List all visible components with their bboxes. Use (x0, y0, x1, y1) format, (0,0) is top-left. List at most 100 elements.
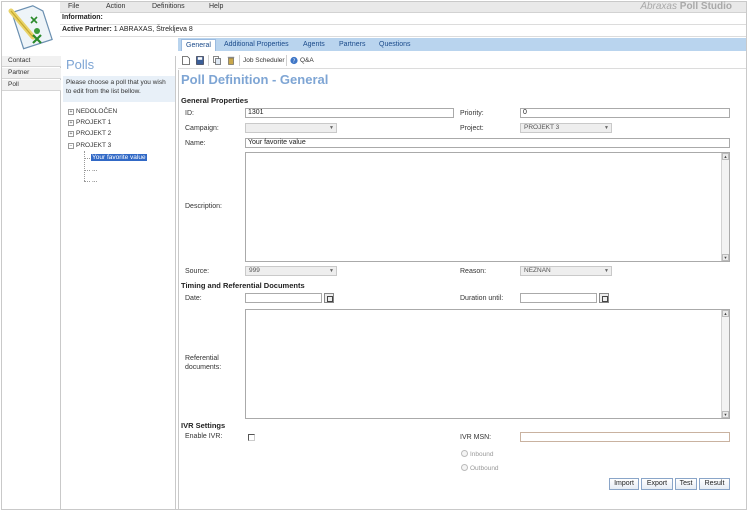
left-nav: Contact Partner Poll (2, 56, 61, 510)
polls-hint: Please choose a poll that you wish to ed… (63, 76, 175, 102)
divider (60, 36, 746, 37)
nav-item-poll[interactable]: Poll (2, 80, 61, 91)
tree-child[interactable]: ... (92, 177, 97, 184)
section-timing: Timing and Referential Documents (181, 281, 305, 290)
ivr-msn-label: IVR MSN: (460, 434, 492, 441)
svg-text:?: ? (293, 59, 296, 65)
export-button[interactable]: Export (641, 478, 673, 490)
scroll-up-icon[interactable]: ▲ (722, 310, 729, 317)
chevron-down-icon: ▼ (329, 268, 334, 274)
priority-field[interactable]: 0 (520, 108, 730, 118)
brand-bold: Poll Studio (679, 1, 732, 12)
section-general-properties: General Properties (181, 96, 249, 105)
project-value: PROJEKT 3 (524, 124, 560, 131)
collapse-icon[interactable]: − (68, 143, 74, 149)
description-textarea[interactable]: ▲ ▼ (245, 152, 730, 262)
source-label: Source: (185, 268, 210, 275)
source-value: 999 (249, 267, 260, 274)
job-scheduler-button[interactable]: Job Scheduler (243, 57, 285, 64)
inbound-radio[interactable] (461, 450, 468, 457)
calendar-icon[interactable] (324, 293, 334, 303)
refdocs-label-line1: Referential (185, 355, 219, 362)
chevron-down-icon: ▼ (604, 268, 609, 274)
name-label: Name: (185, 140, 206, 147)
enable-ivr-label: Enable IVR: (185, 433, 223, 440)
scroll-up-icon[interactable]: ▲ (722, 153, 729, 160)
source-select[interactable]: 999 ▼ (245, 266, 337, 276)
tree-connector (84, 158, 90, 159)
tree-item-label: PROJEKT 2 (76, 130, 112, 137)
delete-icon[interactable] (227, 56, 235, 65)
name-field[interactable]: Your favorite value (245, 138, 730, 148)
nav-item-partner[interactable]: Partner (2, 68, 61, 79)
project-select[interactable]: PROJEKT 3 ▼ (520, 123, 612, 133)
ivr-msn-field[interactable] (520, 432, 730, 442)
tab-strip: General Additional Properties Agents Par… (178, 38, 746, 51)
tree-item-projekt-2[interactable]: + PROJEKT 2 (68, 130, 111, 137)
result-button[interactable]: Result (699, 478, 730, 490)
tree-item-label: PROJEKT 1 (76, 119, 112, 126)
copy-icon[interactable] (213, 56, 221, 65)
outbound-radio[interactable] (461, 464, 468, 471)
chevron-down-icon: ▼ (604, 125, 609, 131)
menu-help[interactable]: Help (209, 3, 223, 10)
test-button[interactable]: Test (675, 478, 697, 490)
tab-general[interactable]: General (181, 39, 216, 51)
tab-partners[interactable]: Partners (335, 39, 369, 51)
scroll-down-icon[interactable]: ▼ (722, 254, 729, 261)
priority-label: Priority: (460, 110, 484, 117)
tree-child-label: Your favorite value (91, 154, 147, 161)
inbound-label: Inbound (470, 451, 494, 458)
tab-questions[interactable]: Questions (375, 39, 415, 51)
menu-file[interactable]: File (68, 3, 79, 10)
tree-child-selected[interactable]: Your favorite value (91, 154, 147, 161)
brand-name: Abraxas Poll Studio (640, 1, 732, 12)
id-field[interactable]: 1301 (245, 108, 454, 118)
app-logo (3, 3, 57, 51)
tree-connector (84, 181, 90, 182)
scrollbar[interactable]: ▲ ▼ (721, 310, 729, 418)
expand-icon[interactable]: + (68, 131, 74, 137)
calendar-icon[interactable] (599, 293, 609, 303)
outbound-label: Outbound (470, 465, 499, 472)
nav-item-contact[interactable]: Contact (2, 56, 61, 67)
campaign-select[interactable]: ▼ (245, 123, 337, 133)
scrollbar[interactable]: ▲ ▼ (721, 153, 729, 261)
project-label: Project: (460, 125, 484, 132)
duration-field[interactable] (520, 293, 597, 303)
main-panel (178, 70, 746, 510)
enable-ivr-checkbox[interactable] (248, 434, 255, 441)
expand-icon[interactable]: + (68, 109, 74, 115)
toolbar-separator (239, 55, 240, 66)
tree-item-nedolocen[interactable]: + NEDOLOČEN (68, 108, 117, 115)
reason-select[interactable]: NEZNAN ▼ (520, 266, 612, 276)
chevron-down-icon: ▼ (329, 125, 334, 131)
help-icon[interactable]: ? (290, 56, 298, 65)
menu-bar: File Action Definitions Help Abraxas Pol… (60, 1, 746, 13)
save-icon[interactable] (196, 56, 204, 65)
information-label: Information: (62, 14, 103, 21)
active-partner-label: Active Partner: (62, 26, 112, 33)
tree-connector (84, 170, 90, 171)
tab-additional-properties[interactable]: Additional Properties (220, 39, 293, 51)
id-label: ID: (185, 110, 194, 117)
date-label: Date: (185, 295, 202, 302)
expand-icon[interactable]: + (68, 120, 74, 126)
import-button[interactable]: Import (609, 478, 639, 490)
tab-agents[interactable]: Agents (299, 39, 329, 51)
tree-child[interactable]: ... (92, 166, 97, 173)
tree-item-projekt-3[interactable]: − PROJEKT 3 (68, 142, 111, 149)
menu-definitions[interactable]: Definitions (152, 3, 185, 10)
menu-action[interactable]: Action (106, 3, 125, 10)
tree-item-label: PROJEKT 3 (76, 142, 112, 149)
campaign-label: Campaign: (185, 125, 219, 132)
duration-label: Duration until: (460, 295, 504, 302)
referential-documents-textarea[interactable]: ▲ ▼ (245, 309, 730, 419)
page-title: Poll Definition - General (181, 72, 329, 87)
new-document-icon[interactable] (182, 56, 190, 65)
tree-item-projekt-1[interactable]: + PROJEKT 1 (68, 119, 111, 126)
scroll-down-icon[interactable]: ▼ (722, 411, 729, 418)
date-field[interactable] (245, 293, 322, 303)
qa-button[interactable]: Q&A (300, 57, 314, 64)
active-partner: Active Partner: 1 ABRAXAS, Štrekljeva 8 (62, 26, 193, 33)
